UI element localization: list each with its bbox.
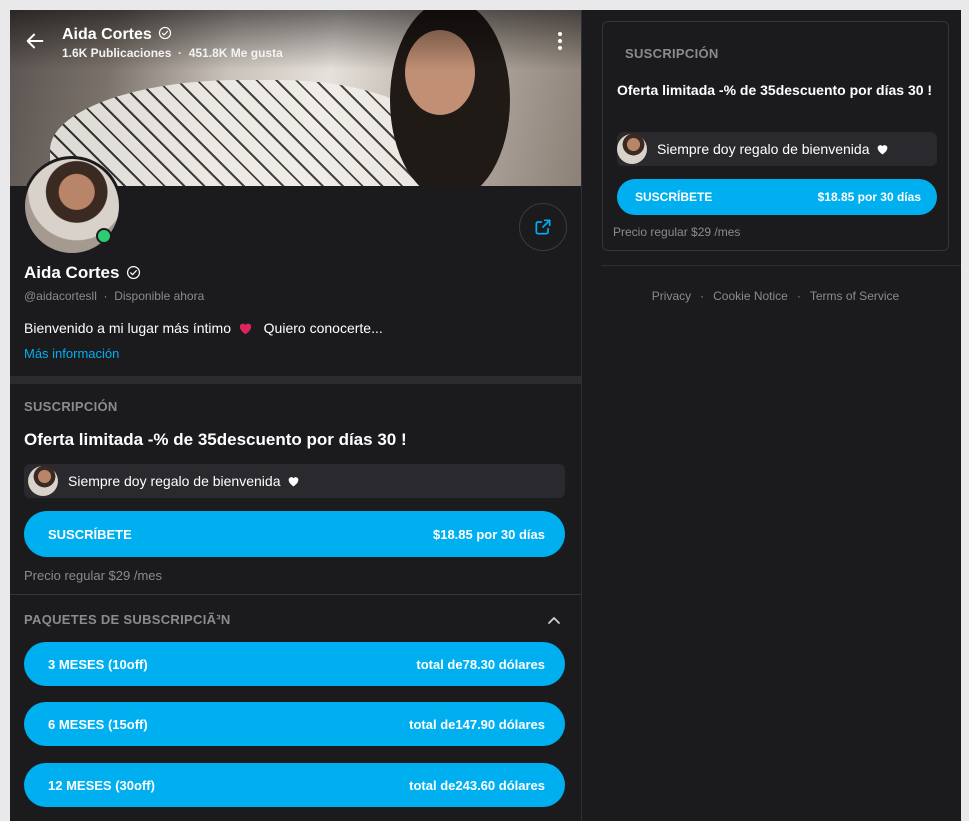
subscription-section-title: SUSCRIPCIÓN [24,399,118,414]
subscribe-label: SUSCRÍBETE [635,190,713,204]
package-label: 3 MESES (10off) [48,656,148,672]
chevron-up-icon[interactable] [546,612,562,628]
subscribe-price: $18.85 por 30 días [817,190,921,204]
profile-bio: Bienvenido a mi lugar más íntimo Quiero … [24,320,383,336]
profile-handle: @aidacortesll · Disponible ahora [24,289,205,303]
packages-section-title: PAQUETES DE SUBSCRIPCIÃ³N [24,612,231,627]
page-right-edge [961,10,969,821]
share-button[interactable] [519,203,567,251]
column-divider [581,10,582,821]
package-button-3-months[interactable]: 3 MESES (10off) total de78.30 dólares [24,642,565,686]
subscribe-label: SUSCRÍBETE [48,526,132,542]
heart-icon [239,323,252,335]
package-total: total de243.60 dólares [409,777,545,793]
sidebar-subscription-title: SUSCRIPCIÓN [625,46,719,61]
subscribe-button[interactable]: SUSCRÍBETE $18.85 por 30 días [24,511,565,557]
white-heart-icon [289,477,299,487]
white-heart-icon [878,145,888,155]
package-total: total de147.90 dólares [409,716,545,732]
avatar [617,134,647,164]
profile-name-text: Aida Cortes [24,263,120,282]
cover-image: Aida Cortes 1.6K Publicaciones · 451.8K … [10,10,581,186]
section-divider [10,376,581,384]
sidebar-divider [602,265,961,266]
subscribe-price: $18.85 por 30 días [432,526,545,542]
bio-text-end: Quiero conocerte... [259,320,383,336]
sidebar-welcome-gift-banner: Siempre doy regalo de bienvenida [617,132,937,166]
sidebar-regular-price: Precio regular $29 /mes [613,225,741,239]
avatar [28,466,58,496]
online-status-dot [96,228,112,244]
page-left-edge [0,10,10,821]
verified-icon [127,265,141,280]
footer-links: Privacy · Cookie Notice · Terms of Service [651,289,900,303]
sidebar-subscription-offer: Oferta limitada -% de 35descuento por dí… [617,82,933,98]
package-label: 12 MESES (30off) [48,777,155,793]
package-button-6-months[interactable]: 6 MESES (15off) total de147.90 dólares [24,702,565,746]
back-arrow-icon[interactable] [24,30,46,52]
cover-name-text: Aida Cortes [62,26,152,43]
share-icon [535,219,551,235]
welcome-gift-banner: Siempre doy regalo de bienvenida [24,464,565,498]
bio-text: Bienvenido a mi lugar más íntimo [24,320,231,336]
sidebar-subscribe-button[interactable]: SUSCRÍBETE $18.85 por 30 días [617,179,937,215]
regular-price: Precio regular $29 /mes [24,568,163,583]
section-divider [10,594,581,595]
more-vertical-icon[interactable] [555,30,565,52]
cover-stats: 1.6K Publicaciones · 451.8K Me gusta [62,46,283,60]
profile-column: Aida Cortes 1.6K Publicaciones · 451.8K … [10,10,581,821]
package-button-12-months[interactable]: 12 MESES (30off) total de243.60 dólares [24,763,565,807]
cover-profile-name: Aida Cortes [62,26,172,44]
welcome-gift-text: Siempre doy regalo de bienvenida [68,473,300,489]
more-info-link[interactable]: Más información [24,346,119,361]
browser-top-strip [0,0,969,10]
terms-of-service-link[interactable]: Terms of Service [810,289,899,303]
verified-icon [159,26,172,40]
sidebar-welcome-gift-text: Siempre doy regalo de bienvenida [657,141,889,157]
package-label: 6 MESES (15off) [48,716,148,732]
subscription-offer: Oferta limitada -% de 35descuento por dí… [24,430,407,449]
package-total: total de78.30 dólares [416,656,545,672]
privacy-link[interactable]: Privacy [652,289,691,303]
sidebar-subscription-card: SUSCRIPCIÓN Oferta limitada -% de 35desc… [602,21,949,251]
cookie-notice-link[interactable]: Cookie Notice [713,289,788,303]
profile-name: Aida Cortes [24,263,141,283]
